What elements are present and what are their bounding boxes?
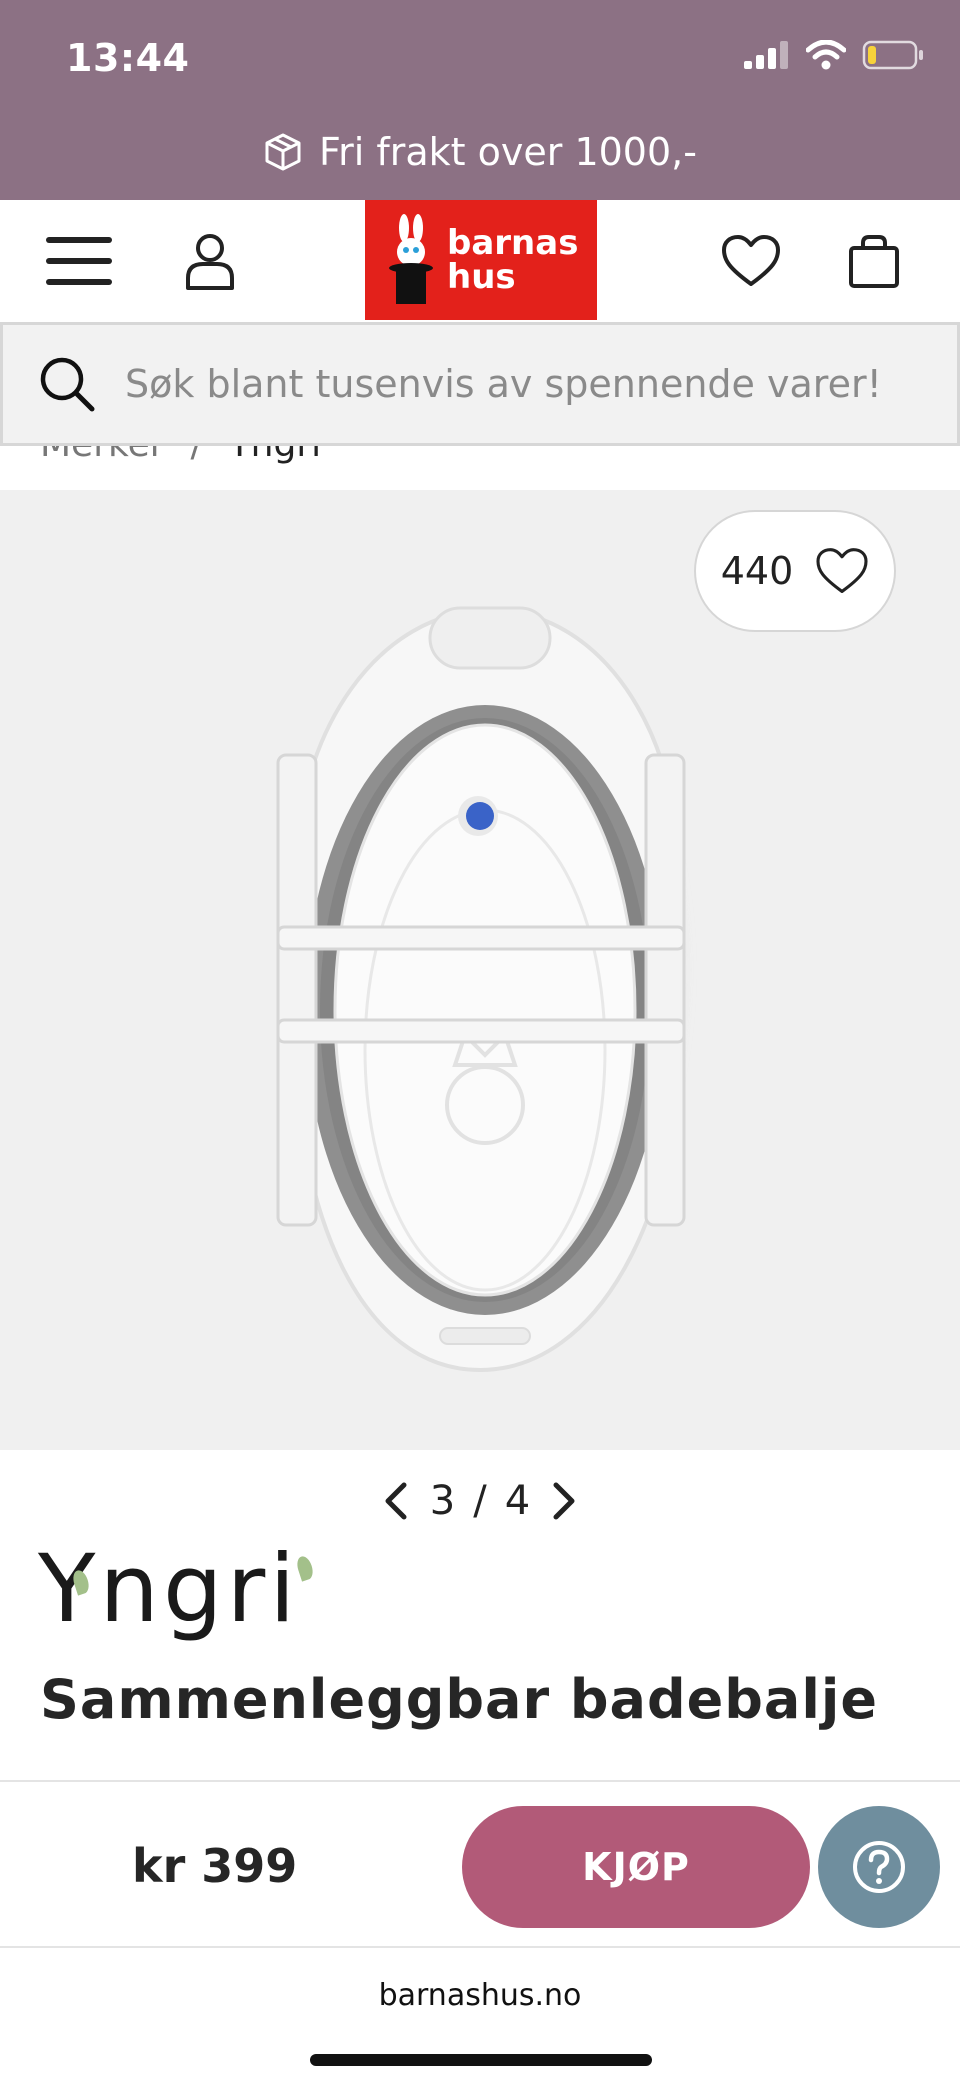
favorite-button[interactable]: 440: [694, 510, 896, 632]
battery-icon: [862, 40, 923, 70]
breadcrumb-separator: /: [191, 446, 203, 490]
hamburger-menu-icon[interactable]: [42, 200, 116, 322]
product-image-gallery[interactable]: 440: [0, 490, 960, 1450]
image-pager: 3 / 4: [0, 1478, 960, 1524]
breadcrumb-link-brands[interactable]: Merker: [40, 446, 165, 490]
product-price: kr 399: [132, 1839, 298, 1893]
product-image: [276, 606, 686, 1373]
search-icon: [40, 357, 95, 412]
rabbit-in-hat-logo-icon: [389, 214, 433, 304]
heart-icon[interactable]: [718, 200, 784, 322]
favorite-count: 440: [720, 549, 794, 593]
promo-text: Fri frakt over 1000,-: [319, 130, 697, 174]
browser-url-bar: barnashus.no: [0, 1950, 960, 2079]
chevron-left-icon[interactable]: [382, 1481, 412, 1521]
home-indicator[interactable]: [310, 2054, 652, 2066]
package-icon: [265, 133, 301, 171]
purchase-bar: kr 399 KJØP: [0, 1780, 960, 1948]
search-bar[interactable]: Søk blant tusenvis av spennende varer!: [0, 322, 960, 446]
top-band: 13:44 Fri frakt over 1000,-: [0, 0, 960, 200]
status-time: 13:44: [66, 36, 190, 80]
signal-icon: [744, 41, 788, 69]
pager-total: 4: [504, 1478, 531, 1524]
url-text[interactable]: barnashus.no: [0, 1978, 960, 2013]
pager-separator: /: [473, 1478, 487, 1524]
breadcrumb-current: Yngri: [229, 446, 321, 490]
user-icon[interactable]: [180, 200, 240, 322]
breadcrumb: Merker / Yngri: [40, 446, 321, 490]
pager-current: 3: [429, 1478, 456, 1524]
buy-button[interactable]: KJØP: [462, 1806, 810, 1928]
question-mark-icon: [853, 1841, 905, 1893]
heart-outline-icon: [816, 548, 868, 593]
shopping-bag-icon[interactable]: [844, 200, 904, 322]
site-logo[interactable]: barnas hus: [365, 200, 597, 320]
search-input[interactable]: Søk blant tusenvis av spennende varer!: [125, 362, 882, 406]
promo-banner: Fri frakt over 1000,-: [0, 130, 960, 174]
product-title: Sammenleggbar badebalje: [40, 1668, 879, 1731]
chevron-right-icon[interactable]: [548, 1481, 578, 1521]
logo-text: barnas hus: [447, 223, 579, 297]
status-icons: [744, 40, 924, 70]
wifi-icon: [806, 40, 846, 70]
help-button[interactable]: [818, 1806, 940, 1928]
